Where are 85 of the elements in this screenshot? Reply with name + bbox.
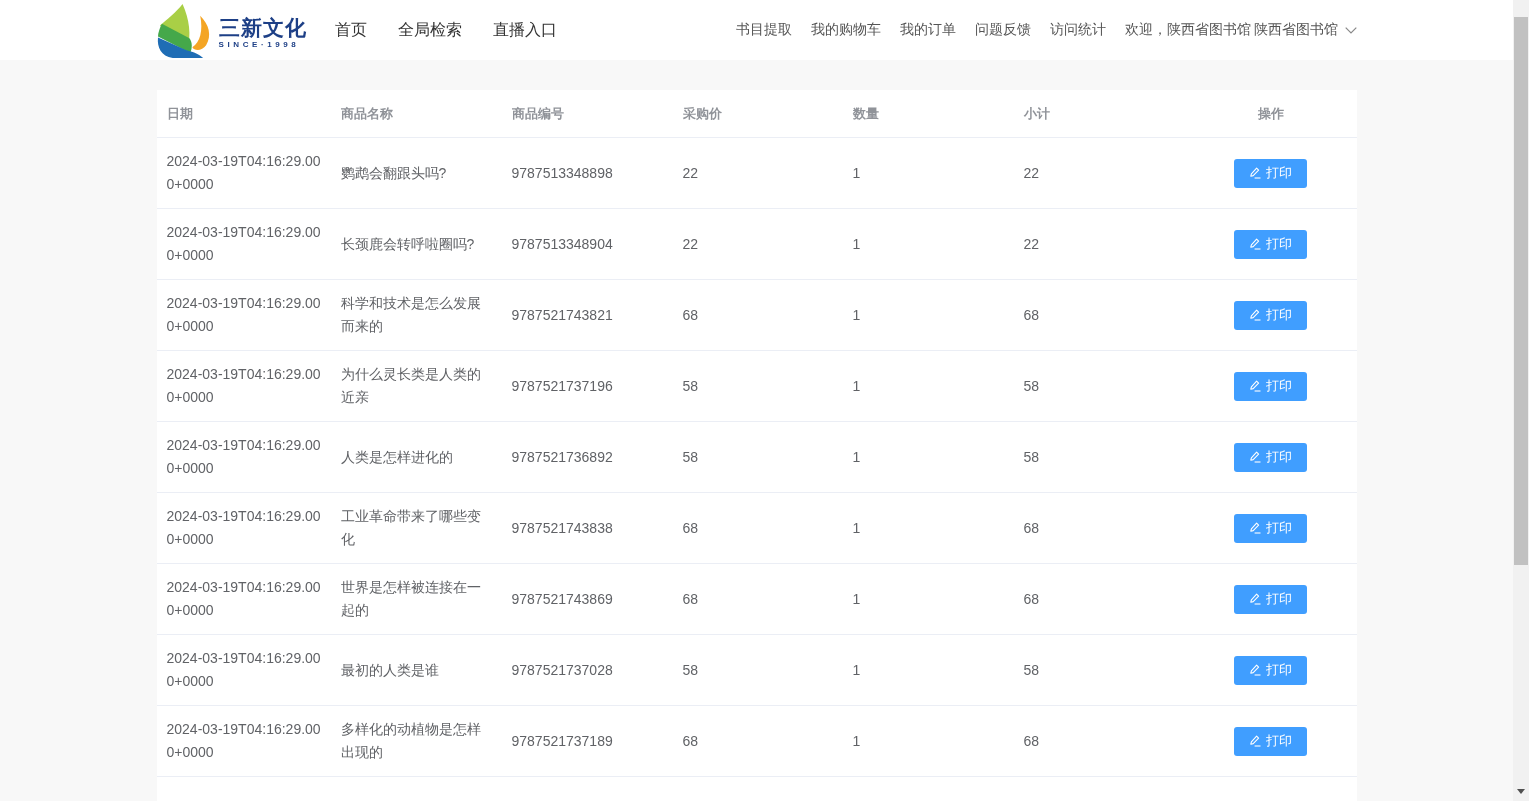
table-cell-text: 2024-03-19T04:16:29.000+0000	[166, 720, 322, 762]
table-cell-text: 鹦鹉会翻跟头吗?	[340, 163, 447, 183]
table-cell-text: 22	[1023, 163, 1040, 183]
table-cell-text: 世界是怎样被连接在一起的	[340, 578, 482, 620]
edit-icon	[1249, 238, 1261, 250]
nav-link[interactable]: 直播入口	[492, 19, 557, 41]
edit-icon	[1249, 309, 1261, 321]
table-cell-text: 68	[1023, 518, 1040, 538]
column-header: 数量	[852, 104, 879, 123]
leaf-logo-icon[interactable]	[156, 2, 212, 58]
user-menu[interactable]: 欢迎，陕西省图书馆 陕西省图书馆	[1124, 21, 1357, 39]
scroll-down-icon[interactable]	[1517, 789, 1525, 794]
table-cell-text: 多样化的动植物是怎样出现的	[340, 720, 482, 762]
table-cell-text: 最初的人类是谁	[340, 660, 439, 680]
table-cell-text: 22	[682, 163, 699, 183]
edit-icon	[1249, 451, 1261, 463]
table-cell-text: 2024-03-19T04:16:29.000+0000	[166, 294, 322, 336]
edit-icon	[1249, 664, 1261, 676]
column-header: 操作	[1257, 104, 1284, 123]
table-cell-text: 9787521737028	[511, 660, 613, 680]
header-link[interactable]: 书目提取	[735, 21, 792, 39]
table-cell-text: 1	[852, 163, 861, 183]
table-cell-text: 9787521743821	[511, 305, 613, 325]
nav-link[interactable]: 首页	[334, 19, 367, 41]
chevron-down-icon	[1344, 26, 1357, 34]
table-cell-text: 9787521743838	[511, 518, 613, 538]
table-cell-text: 58	[682, 447, 699, 467]
table-cell-text: 68	[682, 589, 699, 609]
table-cell-text: 为什么灵长类是人类的近亲	[340, 365, 482, 407]
table-cell-text: 68	[1023, 731, 1040, 751]
header-link[interactable]: 问题反馈	[974, 21, 1031, 39]
header-link[interactable]: 我的购物车	[810, 21, 881, 39]
table-cell-text: 1	[852, 376, 861, 396]
edit-icon	[1249, 593, 1261, 605]
table-cell-text: 2024-03-19T04:16:29.000+0000	[166, 436, 322, 478]
table-cell-text: 9787521743869	[511, 589, 613, 609]
header-link[interactable]: 访问统计	[1049, 21, 1106, 39]
table-cell-text: 长颈鹿会转呼啦圈吗?	[340, 234, 475, 254]
table-cell-text: 22	[682, 234, 699, 254]
table-cell-text: 58	[1023, 447, 1040, 467]
table-cell-text: 1	[852, 589, 861, 609]
table-cell-text: 人类是怎样进化的	[340, 447, 453, 467]
table-cell-text: 68	[1023, 305, 1040, 325]
table-cell-text: 1	[852, 660, 861, 680]
table-cell-text: 1	[852, 234, 861, 254]
table-cell-text: 2024-03-19T04:16:29.000+0000	[166, 152, 322, 194]
column-header: 日期	[166, 104, 193, 123]
column-header: 采购价	[682, 104, 722, 123]
table-cell-text: 68	[682, 305, 699, 325]
edit-icon	[1249, 735, 1261, 747]
table-cell-text: 22	[1023, 234, 1040, 254]
table-cell-text: 1	[852, 447, 861, 467]
table-cell-text: 68	[682, 731, 699, 751]
column-header: 商品名称	[340, 104, 393, 123]
table-cell-text: 58	[1023, 660, 1040, 680]
table-cell-text: 2024-03-19T04:16:29.000+0000	[166, 507, 322, 549]
column-header: 商品编号	[511, 104, 564, 123]
table-cell-text: 9787513348898	[511, 163, 613, 183]
logo-tagline: SINCE·1998	[218, 40, 300, 50]
table-cell-text: 2024-03-19T04:16:29.000+0000	[166, 365, 322, 407]
edit-icon	[1249, 380, 1261, 392]
table-cell-text: 工业革命带来了哪些变化	[340, 507, 482, 549]
nav-link[interactable]: 全局检索	[397, 19, 462, 41]
edit-icon	[1249, 167, 1261, 179]
table-cell-text: 1	[852, 305, 861, 325]
table-cell-text: 9787513348904	[511, 234, 613, 254]
table-cell-text: 68	[1023, 589, 1040, 609]
table-cell-text: 2024-03-19T04:16:29.000+0000	[166, 223, 322, 265]
table-cell-text: 1	[852, 731, 861, 751]
table-cell-text: 科学和技术是怎么发展而来的	[340, 294, 482, 336]
edit-icon	[1249, 522, 1261, 534]
header-link[interactable]: 我的订单	[899, 21, 956, 39]
table-cell-text: 2024-03-19T04:16:29.000+0000	[166, 649, 322, 691]
table-cell-text: 9787521737189	[511, 731, 613, 751]
scrollbar-thumb[interactable]	[1514, 17, 1528, 565]
table-cell-text: 58	[682, 660, 699, 680]
table-cell-text: 58	[1023, 376, 1040, 396]
column-header: 小计	[1023, 104, 1050, 123]
table-cell-text: 9787521737196	[511, 376, 613, 396]
logo-wordmark: 三新文化	[218, 16, 307, 40]
table-cell-text: 68	[682, 518, 699, 538]
table-cell-text: 1	[852, 518, 861, 538]
table-cell-text: 58	[682, 376, 699, 396]
table-cell-text: 2024-03-19T04:16:29.000+0000	[166, 578, 322, 620]
table-cell-text: 9787521736892	[511, 447, 613, 467]
